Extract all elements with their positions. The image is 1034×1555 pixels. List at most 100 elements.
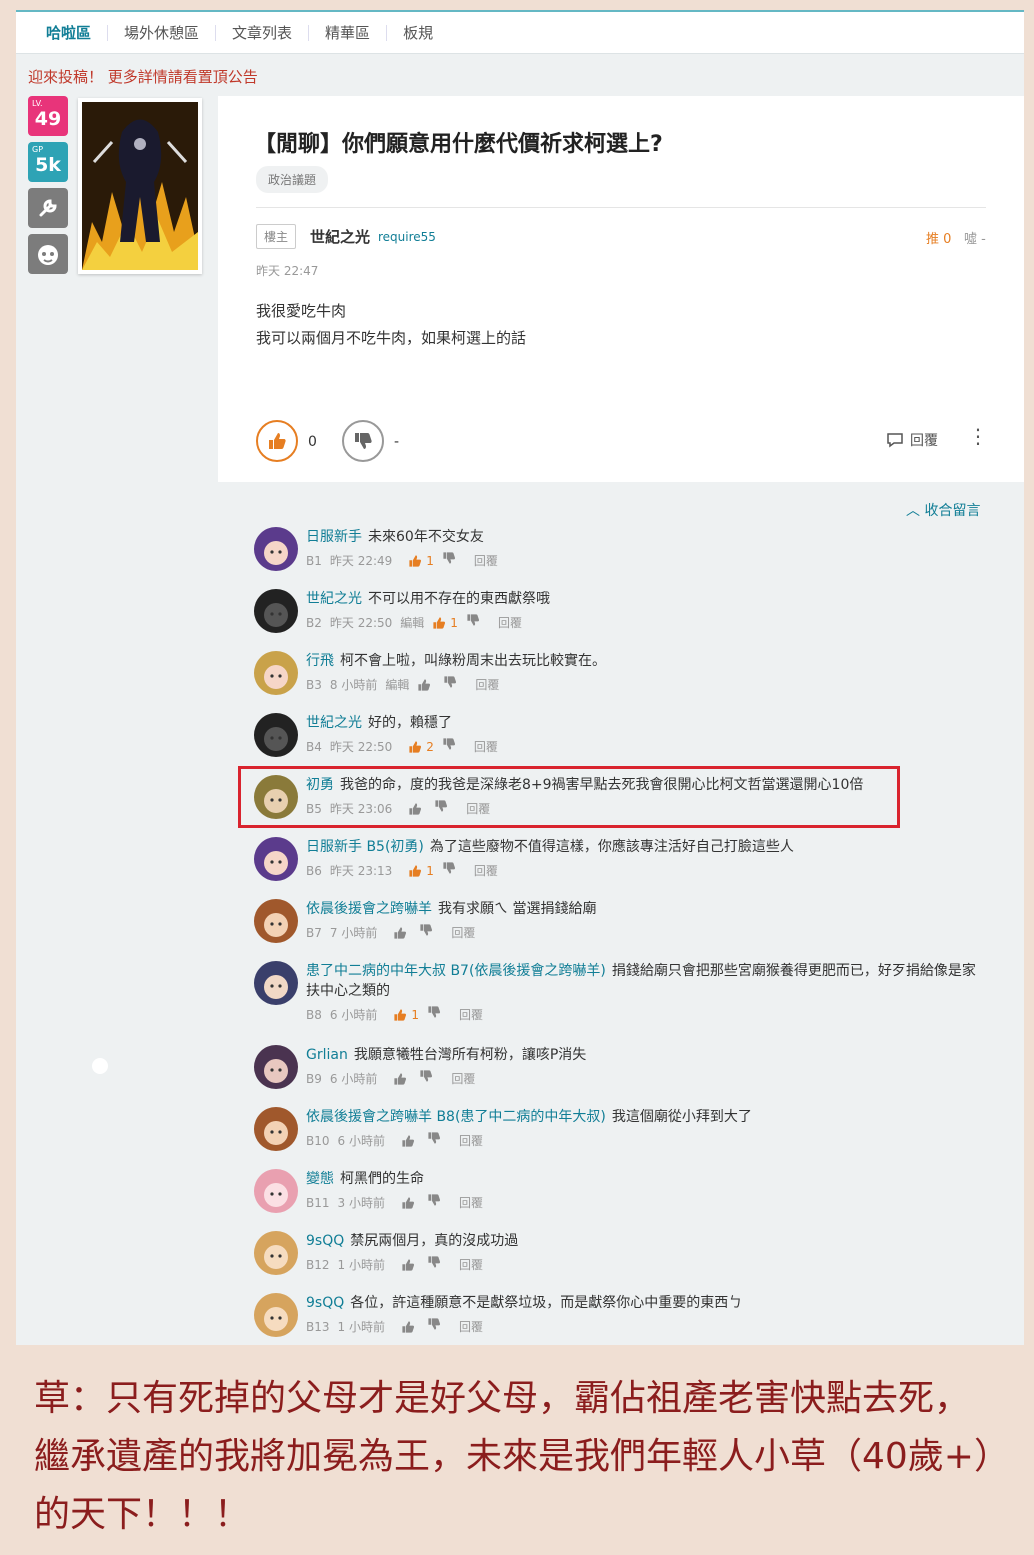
comment-author[interactable]: 日服新手 (306, 529, 362, 545)
thumbs-up-icon (394, 1009, 407, 1021)
comment-like-button[interactable]: 1 (393, 1005, 419, 1025)
thumbs-down-icon[interactable] (419, 1069, 433, 1089)
reply-button[interactable]: 回覆 (886, 430, 938, 450)
comment-like-button[interactable] (401, 1196, 419, 1210)
comment-like-button[interactable] (417, 678, 435, 692)
avatar[interactable] (254, 1169, 298, 1213)
post-body-line: 我可以兩個月不吃牛肉，如果柯選上的話 (256, 329, 527, 347)
comment-reply-link[interactable]: 回覆 (459, 1193, 483, 1213)
post-author[interactable]: 世紀之光 (310, 226, 370, 247)
comment-edit[interactable]: 編輯 (385, 675, 409, 695)
gp-badge[interactable]: GP 5k (28, 142, 68, 182)
thumbs-down-icon[interactable] (419, 923, 433, 943)
comment-time: 1 小時前 (337, 1258, 385, 1272)
comment-text: 禁尻兩個月，真的沒成功過 (350, 1233, 519, 1249)
comment-text: 柯不會上啦，叫綠粉周末出去玩比較實在。 (340, 653, 606, 669)
comment-author[interactable]: 依晨後援會之跨嚇羊 B8(患了中二病的中年大叔) (306, 1109, 606, 1125)
avatar[interactable] (254, 961, 298, 1005)
comment-author[interactable]: Grlian (306, 1047, 348, 1063)
comment-meta: B11 3 小時前 回覆 (306, 1193, 986, 1213)
comment-text: 我這個廟從小拜到大了 (611, 1109, 752, 1125)
comment-body: 9sQQ 禁尻兩個月，真的沒成功過 B12 1 小時前 回覆 (306, 1231, 986, 1275)
comment-section: ︿ 收合留言 日服新手 未來60年不交女友 B1 昨天 22:49 1 回覆 世… (218, 482, 1024, 1345)
nav-item-article-list[interactable]: 文章列表 (216, 24, 310, 41)
comment-author[interactable]: 世紀之光 (306, 591, 362, 607)
comment-reply-link[interactable]: 回覆 (459, 1317, 483, 1337)
avatar[interactable] (254, 589, 298, 633)
floor-badge: 樓主 (256, 224, 297, 249)
avatar[interactable] (254, 1293, 298, 1337)
comment-reply-link[interactable]: 回覆 (474, 861, 498, 881)
collapse-comments-label: 收合留言 (924, 503, 981, 519)
comment-reply-link[interactable]: 回覆 (459, 1005, 483, 1025)
comment-reply-link[interactable]: 回覆 (474, 551, 498, 571)
comment-time: 6 小時前 (329, 1072, 378, 1086)
thumbs-down-icon[interactable] (427, 1317, 441, 1337)
avatar[interactable] (254, 527, 298, 571)
thumbs-down-icon[interactable] (427, 1193, 441, 1213)
comment-time: 8 小時前 (329, 678, 378, 692)
author-avatar-large[interactable] (78, 98, 202, 274)
comment-body: 依晨後援會之跨嚇羊 B8(患了中二病的中年大叔) 我這個廟從小拜到大了 B10 6… (306, 1107, 986, 1151)
comment-reply-link[interactable]: 回覆 (474, 737, 498, 757)
nav-item-lounge[interactable]: 場外休憩區 (108, 24, 217, 41)
like-button[interactable] (256, 420, 298, 462)
comment-like-button[interactable]: 1 (408, 551, 434, 571)
post-tag[interactable]: 政治議題 (256, 166, 329, 193)
notice-banner[interactable]: 迎來投稿！ 更多詳情請看置頂公告 (28, 66, 258, 87)
avatar[interactable] (254, 713, 298, 757)
comment-reply-link[interactable]: 回覆 (498, 613, 522, 633)
comment-author[interactable]: 日服新手 B5(初勇) (306, 839, 424, 855)
avatar[interactable] (254, 1107, 298, 1151)
level-badge[interactable]: LV. 49 (28, 96, 68, 136)
thumbs-down-icon[interactable] (466, 613, 480, 633)
thumbs-up-icon (409, 865, 422, 877)
wrench-icon[interactable] (28, 188, 68, 228)
thumbs-up-icon (409, 741, 422, 753)
comment-author[interactable]: 9sQQ (306, 1233, 344, 1249)
comment-like-button[interactable] (401, 1258, 419, 1272)
nav-item-highlights[interactable]: 精華區 (309, 24, 388, 41)
thumbs-down-icon[interactable] (427, 1255, 441, 1275)
thumbs-down-icon[interactable] (443, 675, 457, 695)
post-author-id[interactable]: require55 (378, 230, 436, 244)
comment-edit[interactable]: 編輯 (400, 613, 424, 633)
comment-author[interactable]: 行飛 (306, 653, 334, 669)
comment-floor: B7 (306, 926, 322, 940)
thumbs-down-icon[interactable] (427, 1131, 441, 1151)
comment-like-button[interactable] (401, 1134, 419, 1148)
comment-author[interactable]: 9sQQ (306, 1295, 344, 1311)
floating-dot[interactable] (92, 1058, 108, 1074)
thumbs-down-icon[interactable] (442, 861, 456, 881)
thumbs-down-icon[interactable] (427, 1005, 441, 1025)
nav-item-hala[interactable]: 哈啦區 (38, 24, 109, 41)
mascot-icon[interactable] (28, 234, 68, 274)
thumbs-down-icon[interactable] (442, 737, 456, 757)
comment-like-button[interactable]: 1 (408, 861, 434, 881)
nav-item-rules[interactable]: 板規 (387, 25, 449, 41)
comment-reply-link[interactable]: 回覆 (451, 1069, 475, 1089)
dislike-button[interactable] (342, 420, 384, 462)
comment-reply-link[interactable]: 回覆 (475, 675, 499, 695)
comment-like-button[interactable] (401, 1320, 419, 1334)
comment-author[interactable]: 世紀之光 (306, 715, 362, 731)
comment-reply-link[interactable]: 回覆 (459, 1255, 483, 1275)
more-options-icon[interactable]: ⋮ (968, 426, 988, 446)
avatar[interactable] (254, 837, 298, 881)
comment-like-button[interactable]: 2 (408, 737, 434, 757)
comment-meta: B4 昨天 22:50 2 回覆 (306, 737, 986, 757)
comment-reply-link[interactable]: 回覆 (451, 923, 475, 943)
avatar[interactable] (254, 651, 298, 695)
avatar[interactable] (254, 1045, 298, 1089)
comment-author[interactable]: 變態 (306, 1171, 334, 1187)
collapse-comments-button[interactable]: ︿ 收合留言 (906, 500, 980, 520)
comment-author[interactable]: 患了中二病的中年大叔 B7(依晨後援會之跨嚇羊) (306, 963, 606, 979)
thumbs-down-icon[interactable] (442, 551, 456, 571)
avatar[interactable] (254, 899, 298, 943)
comment-like-button[interactable] (393, 1072, 411, 1086)
comment-reply-link[interactable]: 回覆 (459, 1131, 483, 1151)
comment-like-button[interactable]: 1 (432, 613, 458, 633)
avatar[interactable] (254, 1231, 298, 1275)
comment-author[interactable]: 依晨後援會之跨嚇羊 (306, 901, 432, 917)
comment-like-button[interactable] (393, 926, 411, 940)
